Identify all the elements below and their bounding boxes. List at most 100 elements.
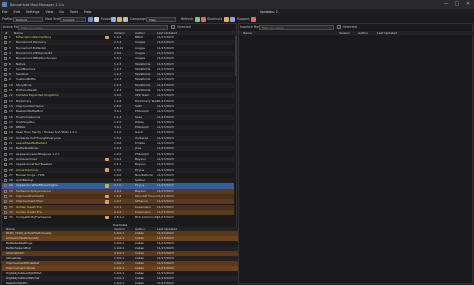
title-bar: Bannerlord Mod Manager 1.0.x — □ ✕ (0, 0, 474, 9)
active-selected-label: Selected (177, 25, 191, 29)
app-icon (2, 2, 7, 7)
close-button[interactable]: ✕ (462, 0, 474, 9)
stop-icon[interactable] (201, 16, 206, 22)
row-checkbox[interactable] (4, 152, 7, 156)
mod-order-select[interactable]: Current (60, 16, 86, 22)
inactive-selected-label: Selected (343, 25, 357, 29)
in-col-author[interactable]: Author (358, 31, 368, 35)
row-checkbox[interactable] (4, 99, 7, 103)
row-checkbox[interactable] (4, 195, 7, 198)
row-checkbox[interactable] (4, 110, 7, 114)
row-checkbox[interactable] (4, 147, 7, 151)
updates-link[interactable]: Updates: 1 (260, 10, 278, 14)
override-date: 11/17/2023 (157, 281, 174, 285)
row-checkbox[interactable] (4, 200, 7, 204)
active-mods-pane: Active Mods: Filter by name Selected # N… (1, 23, 238, 285)
rules-icon (105, 184, 109, 188)
row-checkbox[interactable] (4, 67, 7, 71)
override-author: Caban (135, 281, 145, 285)
row-checkbox[interactable] (4, 57, 7, 61)
row-checkbox[interactable] (4, 189, 7, 193)
override-version: 1.0.0.1 (114, 281, 125, 285)
row-checkbox[interactable] (4, 142, 7, 145)
override-row[interactable]: RealisticModfix 1.0.0.1 Caban 11/17/2023 (2, 281, 238, 285)
menu-file[interactable]: File (2, 10, 8, 14)
export-label[interactable]: Export (101, 17, 111, 21)
rules-icon (105, 168, 109, 172)
menu-help[interactable]: Help (84, 10, 92, 14)
heart-icon[interactable] (251, 16, 256, 22)
link-icon[interactable] (230, 16, 235, 22)
row-checkbox[interactable] (4, 41, 7, 45)
campaign-label: Campaign: (130, 17, 148, 21)
row-checkbox[interactable] (4, 184, 7, 188)
row-checkbox[interactable] (4, 173, 7, 177)
row-checkbox[interactable] (4, 115, 7, 119)
row-checkbox[interactable] (4, 104, 7, 108)
row-checkbox[interactable] (4, 62, 7, 66)
inactive-selected-checkbox[interactable] (337, 25, 341, 29)
row-checkbox[interactable] (4, 157, 7, 161)
overrides-list: BCPC_YbOX_ActiveModIntensity 1.0.0.1 Caban… (2, 231, 238, 285)
support-label[interactable]: Support (237, 17, 250, 21)
inactive-filter-input[interactable]: Filter by name (259, 24, 334, 30)
active-filter-input[interactable]: Filter by name (18, 24, 168, 30)
row-checkbox[interactable] (4, 51, 7, 55)
inactive-table-header: Name Version Author Last Updated (239, 31, 474, 35)
row-checkbox[interactable] (4, 120, 7, 124)
rules-icon (105, 200, 109, 204)
shortcuts-label[interactable]: Shortcuts (207, 17, 222, 21)
row-number: 35 (9, 215, 13, 220)
row-checkbox[interactable] (4, 78, 7, 82)
rules-icon (105, 35, 109, 40)
toolbar: Profile: Default Mod Order: Current Expo… (0, 15, 474, 23)
row-name: CompatibilityFramework (16, 215, 52, 220)
folder-icon[interactable] (117, 16, 122, 22)
row-checkbox[interactable] (4, 89, 7, 92)
edit-icon[interactable] (123, 16, 128, 22)
row-checkbox[interactable] (4, 163, 7, 167)
row-checkbox[interactable] (4, 83, 7, 87)
in-col-name[interactable]: Name (243, 31, 252, 35)
campaign-select[interactable]: Main (146, 16, 176, 22)
profile-select[interactable]: Default (13, 16, 43, 22)
star-icon[interactable] (224, 16, 229, 22)
table-row[interactable]: 35 CompatibilityFramework 2.8.1.2 BCS Commu… (2, 215, 234, 221)
menu-edit[interactable]: Edit (14, 10, 20, 14)
rules-icon (105, 157, 109, 162)
save-icon[interactable] (88, 16, 93, 22)
rules-icon (105, 194, 109, 199)
row-checkbox[interactable] (4, 46, 7, 50)
menu-view[interactable]: View (45, 10, 53, 14)
active-mods-list: 1 ExternalCodeSomething 1.0.4 BNCC 11/17/202… (2, 35, 238, 221)
in-col-last-updated[interactable]: Last Updated (377, 31, 397, 35)
in-col-version[interactable]: Version (339, 31, 350, 35)
file-icon[interactable] (94, 16, 99, 22)
row-author: BCS Community (135, 215, 159, 220)
copy-icon[interactable] (111, 16, 116, 22)
row-checkbox[interactable] (4, 73, 7, 77)
active-selected-checkbox[interactable] (171, 25, 175, 29)
row-checkbox[interactable] (4, 210, 7, 214)
menu-settings[interactable]: Settings (26, 10, 40, 14)
row-checkbox[interactable] (4, 205, 7, 209)
row-checkbox[interactable] (4, 131, 7, 135)
override-name: RealisticModfix (6, 281, 28, 285)
inactive-mods-pane: Inactive Mods: Filter by name Selected N… (238, 23, 474, 284)
row-checkbox[interactable] (4, 136, 7, 140)
rules-icon (105, 215, 109, 220)
row-checkbox[interactable] (4, 168, 7, 172)
row-checkbox[interactable] (4, 216, 7, 220)
row-checkbox[interactable] (4, 94, 7, 98)
row-checkbox[interactable] (4, 179, 7, 183)
menu-go[interactable]: Go (59, 10, 64, 14)
row-checkbox[interactable] (4, 126, 7, 130)
menu-tools[interactable]: Tools (70, 10, 78, 14)
row-version: 2.8.1.2 (114, 215, 125, 220)
refresh-label[interactable]: Refresh (181, 17, 193, 21)
row-checkbox[interactable] (4, 36, 7, 39)
window-title: Bannerlord Mod Manager 1.0.x (10, 2, 65, 7)
profile-label: Profile: (2, 17, 13, 21)
refresh-icon[interactable] (195, 16, 200, 22)
active-scrollbar[interactable] (235, 36, 237, 76)
